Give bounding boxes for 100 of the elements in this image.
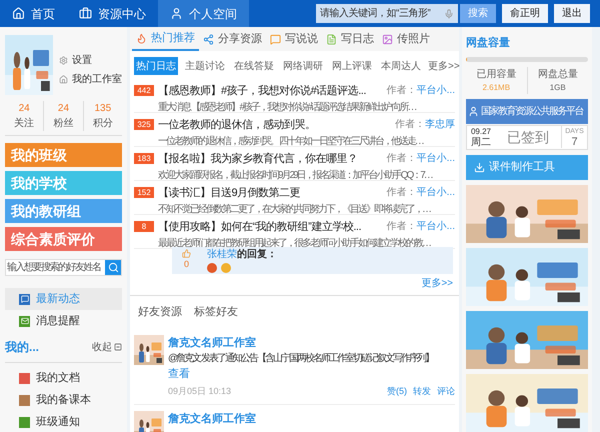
download-icon	[474, 162, 485, 173]
flame-icon	[136, 32, 147, 44]
author-label: 作者：	[386, 221, 417, 232]
nav-tab[interactable]: 个人空间	[158, 0, 249, 27]
platform-button[interactable]: 国家教育资源公共服务平台	[466, 98, 588, 124]
sub-tab[interactable]: 网络调研	[281, 57, 325, 75]
count-badge: 325	[134, 119, 154, 130]
friend-tab[interactable]: 标签好友	[194, 304, 238, 320]
friend-tab[interactable]: 好友资源	[138, 304, 182, 320]
stat-value: 24	[58, 102, 70, 116]
search-icon	[108, 262, 118, 273]
post-title[interactable]: 一位老教师的退休信，感动到哭。	[158, 117, 316, 134]
user-icon	[468, 106, 479, 118]
stat-label: 已用容量	[476, 68, 516, 82]
more-link[interactable]: 更多>>	[428, 58, 460, 74]
more-link[interactable]: 更多>>	[421, 276, 453, 291]
stat-value: 2.61MB	[482, 82, 510, 94]
nav-tab[interactable]: 资源中心	[67, 0, 158, 27]
my-item[interactable]: 我的备课本	[5, 389, 122, 411]
post-title[interactable]: 【使用攻略】如何在“我的教研组”建立学校...	[158, 219, 361, 236]
reply-label: 的回复：	[237, 249, 277, 260]
sub-tab[interactable]: 热门日志	[134, 57, 178, 75]
stat-label: 粉丝	[53, 116, 74, 131]
count-badge: 183	[134, 153, 154, 164]
post-excerpt: 欢迎大家踊跃报名，截止报名时间9月29日，报名渠道：加平台小助手QQ：7…	[158, 168, 432, 182]
author-link[interactable]: 李忠厚	[425, 119, 455, 130]
post-excerpt: 不知不觉已经倒数第二更了，在大家的共同努力下，《目送》即将读完了，…	[158, 202, 430, 216]
like-count: 0	[184, 258, 189, 272]
main-tab[interactable]: 分享资源	[199, 27, 266, 51]
feed-title[interactable]: 詹克文名师工作室	[168, 334, 455, 351]
my-item[interactable]: 我的文档	[5, 367, 122, 389]
image-icon	[382, 34, 393, 44]
count-badge: 8	[134, 221, 154, 232]
collapse-icon	[114, 343, 122, 351]
sub-tab[interactable]: 本周达人	[379, 57, 423, 75]
main-tab[interactable]: 写日志	[322, 27, 378, 51]
main-tab[interactable]: 写说说	[266, 27, 322, 51]
document-icon	[326, 34, 337, 44]
home-icon	[12, 7, 25, 20]
author-label: 作者：	[386, 153, 417, 164]
user-button[interactable]: 俞正明	[502, 4, 548, 23]
days-count: 7	[571, 137, 578, 148]
checkin-weekday: 周二	[471, 137, 491, 148]
author-link[interactable]: 平台小...	[416, 187, 455, 198]
count-badge: 442	[134, 85, 154, 96]
author-link[interactable]: 平台小...	[416, 153, 455, 164]
author-link[interactable]: 平台小...	[416, 85, 455, 96]
emoji-drawing	[207, 262, 233, 274]
sub-tab[interactable]: 网上评课	[330, 57, 374, 75]
sub-tab[interactable]: 在线答疑	[232, 57, 276, 75]
friend-search-field[interactable]: 输入想要搜索的好友姓名	[5, 259, 122, 276]
sub-tab[interactable]: 主题讨论	[183, 57, 227, 75]
briefcase-icon	[79, 7, 92, 20]
author-link[interactable]: 平台小...	[416, 221, 455, 232]
count-badge: 152	[134, 187, 154, 198]
thumbs-up-icon	[182, 249, 191, 258]
section-title: 我的...	[5, 339, 40, 356]
post-title[interactable]: 【报名啦】我为家乡教育代言，你在哪里？	[158, 151, 358, 168]
feed-action[interactable]: 赞(5)	[387, 384, 407, 398]
author-label: 作者：	[386, 187, 417, 198]
gear-icon	[59, 56, 68, 65]
section-banner[interactable]: 综合素质评价	[5, 227, 122, 251]
collapse-button[interactable]: 收起	[92, 340, 122, 354]
feed-action[interactable]: 转发	[413, 384, 431, 398]
main-tab[interactable]: 传照片	[378, 27, 434, 51]
feed-title[interactable]: 詹克文名师工作室	[168, 411, 455, 428]
nav-tab[interactable]: 首页	[0, 0, 67, 27]
side-nav-item[interactable]: 最新动态	[5, 288, 122, 310]
stat-value: 135	[94, 102, 112, 116]
feed-text: @詹克文 发表了通知公告【含山宁国两校名师工作室切磋记叙文写作序列】	[168, 352, 433, 366]
post-title[interactable]: 【读书汇】目送9月倒数第二更	[158, 185, 300, 202]
microphone-icon	[444, 8, 454, 18]
checkin-date: 09.27	[470, 126, 492, 137]
search-field[interactable]: 请输入关键词，如“三角形”	[316, 4, 458, 23]
post-excerpt: 最最近老师们都在把教研组用起来了，很多老师问小助手如何建立学校的教…	[158, 236, 430, 248]
author-label: 作者：	[386, 85, 417, 96]
user-icon	[170, 7, 183, 20]
stat-label: 积分	[92, 117, 113, 131]
home-icon	[59, 75, 68, 84]
stat-value: 24	[18, 102, 30, 116]
share-icon	[203, 34, 214, 44]
stat-label: 关注	[14, 116, 34, 131]
settings-link[interactable]: 设置	[72, 53, 92, 68]
side-nav-item[interactable]: 消息提醒	[5, 310, 122, 332]
stat-label: 网盘总量	[538, 68, 578, 82]
post-excerpt: 重大消息 【感恩老师】 #孩子，我想对你说#话题评选结果新鲜出炉 向所…	[158, 100, 416, 114]
feed-time: 09月05日 10:13	[168, 384, 232, 398]
studio-link[interactable]: 我的工作室	[72, 72, 122, 87]
author-label: 作者：	[395, 119, 425, 130]
feed-action[interactable]: 评论	[437, 384, 455, 398]
main-tab[interactable]: 热门推荐	[132, 27, 199, 51]
section-title: 网盘容量	[466, 36, 511, 51]
logout-button[interactable]: 退出	[554, 4, 590, 23]
chat-icon	[270, 34, 281, 44]
post-excerpt: 一位老教师的退休信，感动到哭。 四十年如一日坚守在三尺讲台，他送走…	[158, 134, 423, 148]
my-item[interactable]: 班级通知	[5, 411, 122, 432]
view-link[interactable]: 查看	[168, 366, 455, 382]
user-link[interactable]: 张桂荣	[207, 249, 237, 260]
post-title[interactable]: 【感恩教师】#孩子，我想对你说#话题评选...	[158, 83, 366, 100]
checkin-status[interactable]: 已签到	[495, 126, 561, 148]
